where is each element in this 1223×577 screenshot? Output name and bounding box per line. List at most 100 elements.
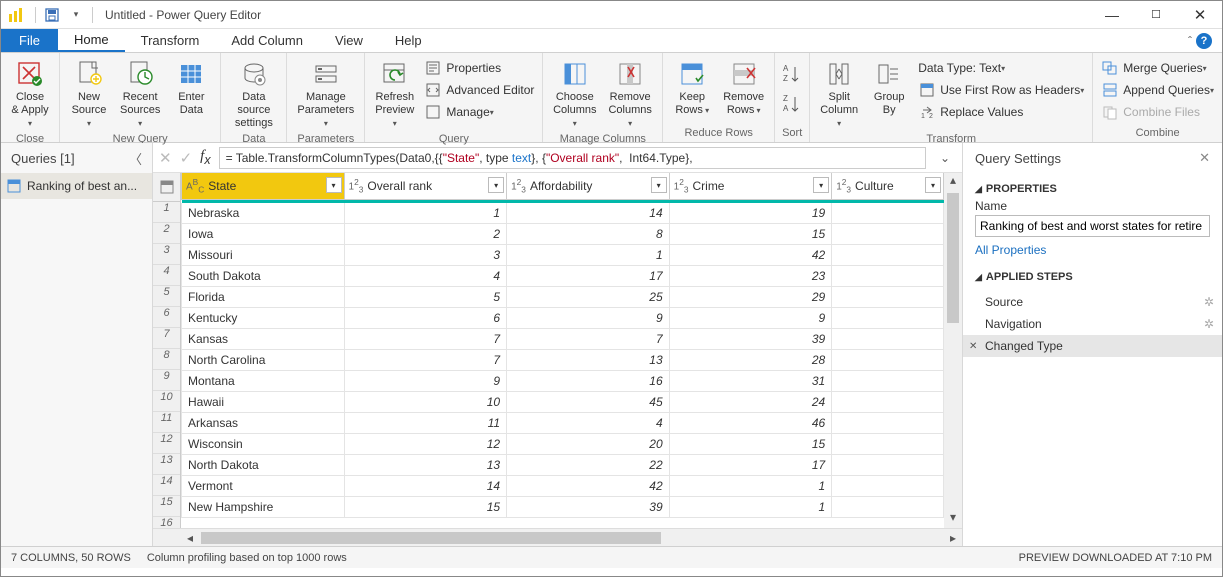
manage-button[interactable]: Manage xyxy=(420,101,538,123)
remove-rows-button[interactable]: Remove Rows xyxy=(717,55,770,119)
select-all-corner[interactable] xyxy=(153,173,180,202)
cell[interactable]: 9 xyxy=(344,371,507,392)
cell[interactable]: Kentucky xyxy=(182,308,345,329)
row-number[interactable]: 9 xyxy=(153,370,180,391)
gear-icon[interactable]: ✲ xyxy=(1204,295,1214,309)
cell[interactable] xyxy=(832,497,944,518)
remove-columns-button[interactable]: Remove Columns xyxy=(602,55,658,132)
cell[interactable]: 16 xyxy=(507,371,670,392)
cell[interactable]: Montana xyxy=(182,371,345,392)
cell[interactable]: 13 xyxy=(507,350,670,371)
formula-input[interactable]: = Table.TransformColumnTypes(Data0,{{"St… xyxy=(219,147,926,169)
cell[interactable] xyxy=(832,455,944,476)
table-row[interactable]: South Dakota41723 xyxy=(182,266,944,287)
cell[interactable]: 20 xyxy=(507,434,670,455)
accept-formula-icon[interactable]: ✓ xyxy=(180,149,193,167)
cell[interactable]: Kansas xyxy=(182,329,345,350)
cell[interactable]: 4 xyxy=(507,413,670,434)
row-number[interactable]: 7 xyxy=(153,328,180,349)
row-number[interactable]: 15 xyxy=(153,496,180,517)
cell[interactable]: 46 xyxy=(669,413,832,434)
cell[interactable]: New Hampshire xyxy=(182,497,345,518)
cell[interactable] xyxy=(832,434,944,455)
tab-file[interactable]: File xyxy=(1,29,58,52)
table-row[interactable]: Iowa2815 xyxy=(182,224,944,245)
cell[interactable] xyxy=(832,371,944,392)
recent-sources-button[interactable]: Recent Sources xyxy=(114,55,166,132)
row-number[interactable]: 5 xyxy=(153,286,180,307)
cell[interactable] xyxy=(832,308,944,329)
new-source-button[interactable]: New Source xyxy=(64,55,114,132)
collapse-ribbon-icon[interactable]: ˆ xyxy=(1188,34,1192,48)
cell[interactable]: 5 xyxy=(344,287,507,308)
cell[interactable]: 7 xyxy=(344,329,507,350)
refresh-preview-button[interactable]: Refresh Preview xyxy=(369,55,420,132)
cell[interactable] xyxy=(832,287,944,308)
applied-step[interactable]: Source✲ xyxy=(963,291,1222,313)
cell[interactable]: South Dakota xyxy=(182,266,345,287)
table-row[interactable]: Florida52529 xyxy=(182,287,944,308)
cell[interactable]: 9 xyxy=(507,308,670,329)
fx-icon[interactable]: fx xyxy=(200,148,210,167)
cell[interactable]: 14 xyxy=(507,203,670,224)
column-header[interactable]: 123Culture▾ xyxy=(832,173,944,199)
cell[interactable] xyxy=(832,245,944,266)
cell[interactable]: Iowa xyxy=(182,224,345,245)
table-row[interactable]: Wisconsin122015 xyxy=(182,434,944,455)
filter-dropdown-icon[interactable]: ▾ xyxy=(813,177,829,193)
close-settings-icon[interactable]: ✕ xyxy=(1199,150,1210,166)
table-row[interactable]: Nebraska11419 xyxy=(182,203,944,224)
row-number[interactable]: 6 xyxy=(153,307,180,328)
cell[interactable]: Nebraska xyxy=(182,203,345,224)
cell[interactable]: Missouri xyxy=(182,245,345,266)
group-by-button[interactable]: Group By xyxy=(864,55,914,119)
table-row[interactable]: North Carolina71328 xyxy=(182,350,944,371)
filter-dropdown-icon[interactable]: ▾ xyxy=(651,177,667,193)
all-properties-link[interactable]: All Properties xyxy=(975,243,1210,257)
cell[interactable]: 17 xyxy=(669,455,832,476)
table-row[interactable]: Vermont14421 xyxy=(182,476,944,497)
cell[interactable]: 15 xyxy=(344,497,507,518)
cell[interactable]: 7 xyxy=(507,329,670,350)
cell[interactable]: 22 xyxy=(507,455,670,476)
table-row[interactable]: New Hampshire15391 xyxy=(182,497,944,518)
cell[interactable]: Arkansas xyxy=(182,413,345,434)
choose-columns-button[interactable]: Choose Columns xyxy=(547,55,602,132)
merge-queries-button[interactable]: Merge Queries xyxy=(1097,57,1218,79)
cell[interactable]: 10 xyxy=(344,392,507,413)
save-icon[interactable] xyxy=(40,3,64,27)
cell[interactable]: Hawaii xyxy=(182,392,345,413)
table-row[interactable]: North Dakota132217 xyxy=(182,455,944,476)
row-number[interactable]: 13 xyxy=(153,454,180,475)
cell[interactable]: 31 xyxy=(669,371,832,392)
gear-icon[interactable]: ✲ xyxy=(1204,317,1214,331)
applied-step[interactable]: Navigation✲ xyxy=(963,313,1222,335)
tab-view[interactable]: View xyxy=(319,29,379,52)
cell[interactable]: 25 xyxy=(507,287,670,308)
data-type-button[interactable]: Data Type: Text xyxy=(914,57,1088,79)
table-row[interactable]: Missouri3142 xyxy=(182,245,944,266)
help-icon[interactable]: ? xyxy=(1196,33,1212,49)
column-header[interactable]: 123Affordability▾ xyxy=(507,173,670,199)
first-row-headers-button[interactable]: Use First Row as Headers xyxy=(914,79,1088,101)
tab-home[interactable]: Home xyxy=(58,29,125,52)
sort-asc-button[interactable]: AZ xyxy=(779,59,805,89)
cell[interactable]: 39 xyxy=(669,329,832,350)
cell[interactable]: 39 xyxy=(507,497,670,518)
cell[interactable]: Wisconsin xyxy=(182,434,345,455)
row-number[interactable]: 4 xyxy=(153,265,180,286)
cell[interactable]: 15 xyxy=(669,434,832,455)
row-number[interactable]: 2 xyxy=(153,223,180,244)
cancel-formula-icon[interactable]: ✕ xyxy=(159,149,172,167)
close-button[interactable]: ✕ xyxy=(1178,1,1222,29)
cell[interactable]: 42 xyxy=(507,476,670,497)
cell[interactable]: 1 xyxy=(669,497,832,518)
cell[interactable]: 45 xyxy=(507,392,670,413)
query-item[interactable]: Ranking of best an... xyxy=(1,173,152,199)
cell[interactable]: 14 xyxy=(344,476,507,497)
cell[interactable]: 24 xyxy=(669,392,832,413)
cell[interactable]: 1 xyxy=(669,476,832,497)
cell[interactable]: 13 xyxy=(344,455,507,476)
applied-step[interactable]: Changed Type xyxy=(963,335,1222,357)
cell[interactable] xyxy=(832,476,944,497)
